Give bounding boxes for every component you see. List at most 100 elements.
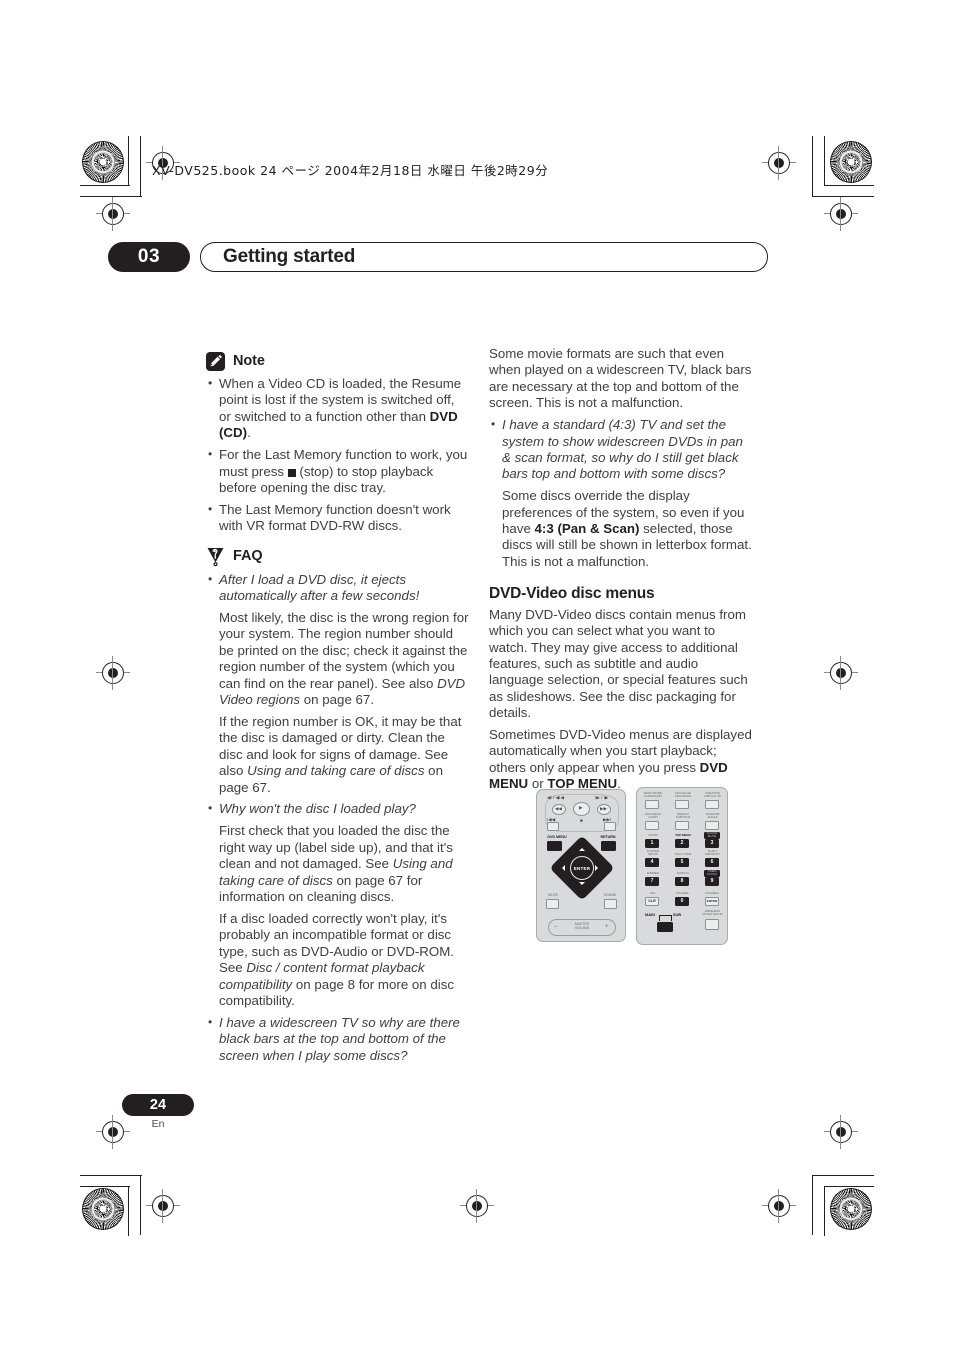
dialogue-advanced-button[interactable] — [675, 800, 689, 809]
page-language-code: En — [151, 1118, 165, 1130]
folder-minus-label: FOLDER– — [676, 891, 690, 895]
previous-track-icon: I◀◀ — [547, 817, 556, 822]
numeric-key-1-digit: 1 — [650, 840, 654, 846]
pencil-icon — [206, 352, 225, 371]
sound-label: SOUND — [603, 893, 617, 897]
main-sub-bracket — [659, 915, 672, 921]
enter-key-text: ENTER — [706, 899, 718, 903]
registration-target-left-upper — [96, 197, 130, 231]
crop-line-top-left-v2 — [140, 136, 142, 196]
mute-button[interactable] — [546, 899, 559, 909]
bass-mode-surround-label: BASS MODE SURROUND — [644, 791, 662, 799]
starburst-registration-mark-bottom-left — [82, 1188, 124, 1230]
faq-list: I have a standard (4:3) TV and set the s… — [489, 416, 753, 483]
book-file-header: XV-DV525.book 24 ページ 2004年2月18日 水曜日 午後2時… — [152, 163, 549, 178]
remote-right-panel: BASS MODE SURROUND DIALOGUE ADVANCED CRE… — [636, 787, 728, 945]
registration-target-bottom-center — [460, 1189, 494, 1223]
volume-minus-icon[interactable]: – — [554, 924, 557, 930]
faq-answer: If a disc loaded correctly won't play, i… — [219, 910, 455, 1008]
faq-list: I have a widescreen TV so why are there … — [206, 1014, 470, 1064]
main-sub-switch[interactable] — [657, 922, 673, 932]
list-item: I have a widescreen TV so why are there … — [206, 1014, 470, 1064]
crop-line-top-right-v — [824, 136, 826, 186]
scan-back-label: ◀I / ◀I◀ — [547, 795, 564, 800]
crop-line-top-left-h — [80, 185, 130, 187]
list-item: I have a standard (4:3) TV and set the s… — [489, 416, 753, 483]
numeric-key-4-digit: 4 — [650, 859, 654, 865]
next-track-button[interactable] — [604, 822, 616, 831]
registration-target-right-lower — [824, 1115, 858, 1149]
numeric-key-0-digit: 0 — [680, 898, 684, 904]
return-label: RETURN — [600, 835, 616, 839]
cross-reference: DVD Video regions — [219, 675, 466, 707]
page-title: Getting started — [223, 246, 356, 267]
right-arrow-icon — [595, 864, 598, 871]
faq-list: Why won't the disc I loaded play? — [206, 800, 470, 817]
faq-answer: Most likely, the disc is the wrong regio… — [219, 609, 469, 707]
faq-question: I have a widescreen TV so why are there … — [219, 1014, 460, 1063]
crop-line-bottom-left-v2 — [140, 1175, 142, 1235]
registration-target-right-middle — [824, 656, 858, 690]
program-audio-label: PROGRAM AUDIO — [645, 812, 661, 820]
repeat-subtitle-button[interactable] — [675, 821, 689, 830]
enter-button[interactable]: ENTER — [570, 856, 594, 880]
term-pan-and-scan: 4:3 (Pan & Scan) — [534, 521, 640, 537]
chapter-banner: 03 Getting started — [108, 242, 768, 272]
numeric-key-8-digit: 8 — [680, 878, 684, 884]
program-audio-button[interactable] — [645, 821, 659, 830]
quiet-midnight-label: QUIET MIDNIGHT — [705, 849, 720, 857]
dialogue-advanced-label: DIALOGUE ADVANCED — [674, 791, 692, 799]
numeric-key-6-digit: 6 — [710, 859, 714, 865]
system-setup-label: SYSTEM SETUP — [646, 849, 660, 857]
crop-line-bottom-left-v — [128, 1186, 130, 1236]
dvd-menu-button[interactable] — [547, 841, 562, 851]
crop-line-top-right-v2 — [812, 136, 814, 196]
zoom-label: ZOOM — [648, 833, 658, 837]
note-heading: Note — [206, 352, 470, 371]
faq-label: FAQ — [233, 548, 263, 565]
remote-control-diagram: ◀I / ◀I◀ I▶ / I▶ ▶ ◀◀ ▶▶ I◀◀ ▶▶I ■ DVD M… — [536, 787, 728, 945]
wireless-room-setup-button[interactable] — [705, 919, 719, 930]
crop-line-bottom-left-h2 — [80, 1175, 142, 1177]
remote-left-panel: ◀I / ◀I◀ I▶ / I▶ ▶ ◀◀ ▶▶ I◀◀ ▶▶I ■ DVD M… — [536, 789, 626, 942]
sub-label: SUB — [672, 912, 682, 917]
main-label: MAIN — [644, 912, 656, 917]
faq-pennant-icon — [206, 547, 225, 567]
faq-question: I have a standard (4:3) TV and set the s… — [502, 417, 743, 482]
registration-target-right-upper — [824, 197, 858, 231]
section-paragraph: Sometimes DVD-Video menus are displayed … — [489, 727, 752, 792]
repeat-subtitle-label: REPEAT SUBTITLE — [675, 812, 691, 820]
sr-plus-label: SR+ — [650, 891, 656, 895]
faq-question: Why won't the disc I loaded play? — [219, 801, 416, 817]
list-item: For the Last Memory function to work, yo… — [206, 446, 470, 496]
numeric-key-9-digit: 9 — [710, 878, 714, 884]
sound-button[interactable] — [604, 899, 617, 909]
random-angle-button[interactable] — [705, 821, 719, 830]
registration-target-bottom-right — [762, 1189, 796, 1223]
timer-clock-label: TIMER CLOCK — [706, 869, 718, 877]
dvd-menu-label: DVD MENU — [547, 835, 567, 839]
creative-virtual-3d-button[interactable] — [705, 800, 719, 809]
bass-mode-surround-button[interactable] — [645, 800, 659, 809]
creative-virtual-3d-label: CREATIVE VIRTUAL 3D — [703, 791, 722, 799]
previous-track-button[interactable] — [547, 822, 559, 831]
cross-reference: Using and taking care of discs — [247, 763, 425, 779]
registration-target-top-right — [762, 146, 796, 180]
starburst-registration-mark-top-right — [830, 141, 872, 183]
stop-square-icon — [287, 468, 296, 477]
return-button[interactable] — [601, 841, 616, 851]
chapter-number: 03 — [108, 242, 190, 272]
reverse-scan-icon: ◀◀ — [555, 806, 563, 811]
stop-icon: ■ — [580, 818, 583, 823]
crop-line-top-left-v — [128, 136, 130, 186]
crop-line-top-right-h — [824, 185, 874, 187]
volume-plus-icon[interactable]: + — [605, 924, 609, 930]
left-arrow-icon — [562, 864, 565, 871]
list-item: The Last Memory function doesn't work wi… — [206, 501, 470, 535]
mute-label: MUTE — [548, 893, 558, 897]
scan-fwd-label: I▶ / I▶ — [595, 795, 609, 800]
numeric-key-7-digit: 7 — [650, 878, 654, 884]
test-tone-label: TEST TONE — [674, 852, 692, 856]
crop-line-bottom-right-v — [824, 1186, 826, 1236]
left-text-column: Note When a Video CD is loaded, the Resu… — [206, 350, 470, 1070]
